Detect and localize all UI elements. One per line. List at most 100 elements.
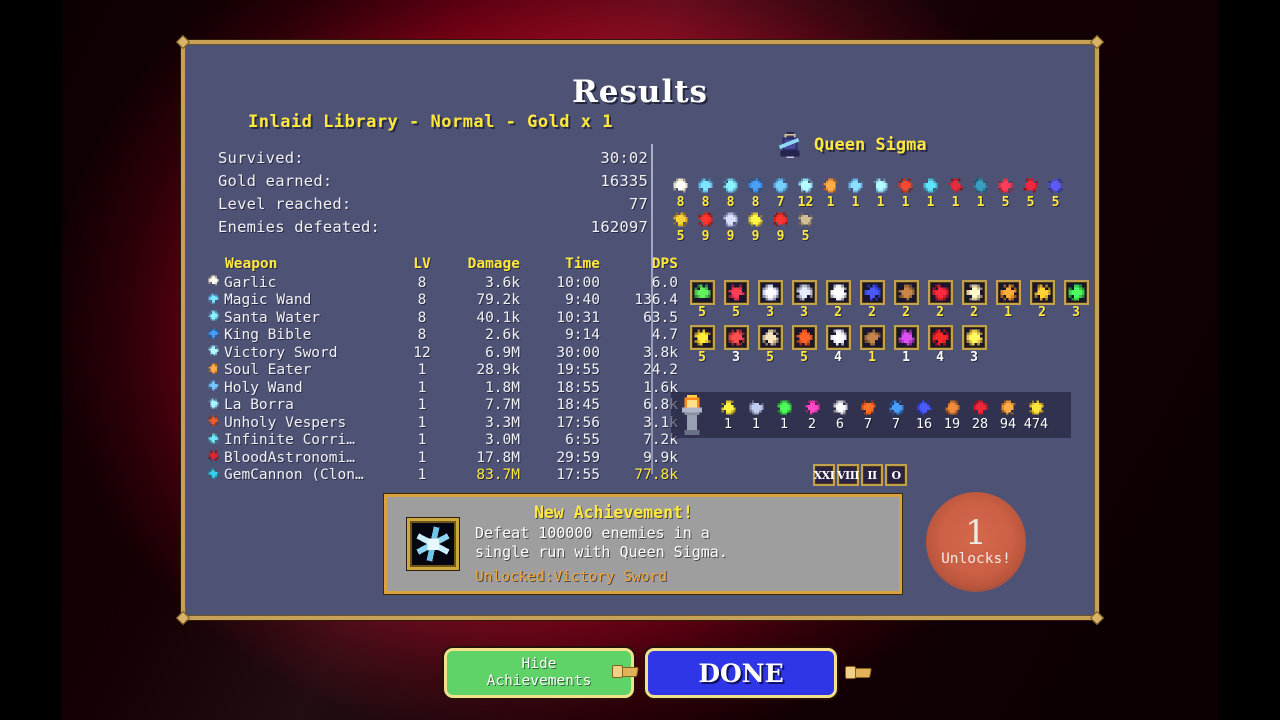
equipment-row-1: 8 8 8 8 7 12 1 1 1 1 1 1 1 5 5 5 xyxy=(668,176,1068,210)
weapon-name: Unholy Vespers xyxy=(224,414,347,431)
table-row: Unholy Vespers 1 3.3M 17:56 3.1k xyxy=(207,414,678,432)
orange-gem-icon xyxy=(859,398,878,417)
soul-eater-icon xyxy=(207,362,224,379)
weapon-name: Soul Eater xyxy=(224,362,312,379)
table-row: Magic Wand 8 79.2k 9:40 136.4 xyxy=(207,292,678,310)
results-panel: Results Inlaid Library - Normal - Gold x… xyxy=(181,40,1099,620)
header-time: Time xyxy=(565,256,600,272)
collectible-count: 7 xyxy=(863,416,873,432)
character-display: Queen Sigma xyxy=(775,130,927,160)
weapon-time: 9:40 xyxy=(565,292,600,309)
chest-icon xyxy=(747,398,766,417)
summary-label: Enemies defeated: xyxy=(218,217,381,236)
equipment-slot: 7 xyxy=(768,176,793,210)
collectible-count: 16 xyxy=(915,416,933,432)
holy-wand-icon xyxy=(846,176,865,195)
equipment-slot: 1 xyxy=(943,176,968,210)
equipment-level: 1 xyxy=(876,195,885,210)
weapon-level: 1 xyxy=(417,449,427,466)
letterbox-left xyxy=(0,0,62,720)
arcana-card-xxi[interactable]: XXI xyxy=(813,464,835,486)
collectible-count: 7 xyxy=(891,416,901,432)
done-button[interactable]: DONE xyxy=(645,648,837,698)
candelabrador-icon xyxy=(893,280,919,305)
equipment-level: 5 xyxy=(676,229,685,244)
weapon-damage: 3.6k xyxy=(485,274,520,291)
powerup-level: 4 xyxy=(834,350,842,365)
amulet-icon xyxy=(746,210,765,229)
queen-sigma-portrait xyxy=(775,130,805,160)
equipment-slot: 1 xyxy=(893,176,918,210)
achievement-popup[interactable]: New Achievement! Defeat 100000 enemies i… xyxy=(384,494,902,594)
weapon-dps: 4.7 xyxy=(651,327,678,344)
weapon-level: 8 xyxy=(417,292,427,309)
table-row: Santa Water 8 40.1k 10:31 63.5 xyxy=(207,309,678,327)
victory-sword-icon xyxy=(207,344,224,361)
summary-row: Gold earned: 16335 xyxy=(218,169,648,192)
stage-subtitle: Inlaid Library - Normal - Gold x 1 xyxy=(248,112,613,132)
equipment-slot: 8 xyxy=(743,176,768,210)
equipment-slot: 1 xyxy=(968,176,993,210)
weapon-damage: 79.2k xyxy=(476,292,520,309)
powerup-level: 2 xyxy=(936,305,944,320)
equipment-slot: 5 xyxy=(1043,176,1068,210)
stone-mask-icon xyxy=(723,325,749,350)
hollow-heart-icon xyxy=(723,280,749,305)
metaglio-left-icon xyxy=(893,325,919,350)
powerup-slot: 5 xyxy=(685,280,719,321)
summary-value: 16335 xyxy=(600,171,648,190)
gold-ring-icon xyxy=(859,325,885,350)
powerup-row-2: 5 3 5 5 4 1 1 4 3 xyxy=(685,325,1093,366)
arcana-card-ii[interactable]: II xyxy=(861,464,883,486)
weapon-damage: 3.3M xyxy=(485,414,520,431)
run-summary: Survived: 30:02 Gold earned: 16335 Level rea… xyxy=(218,146,648,238)
unholy-vespers-icon xyxy=(896,176,915,195)
skull-o-maniac-icon xyxy=(757,325,783,350)
collectible-count: 474 xyxy=(1023,416,1049,432)
equipment-level: 5 xyxy=(1026,195,1035,210)
equipment-level: 1 xyxy=(851,195,860,210)
equipment-slot: 1 xyxy=(868,176,893,210)
table-row: Infinite Corri… 1 3.0M 6:55 7.2k xyxy=(207,432,678,450)
panel-corner-bottomright xyxy=(1091,612,1103,624)
unlocks-label: Unlocks! xyxy=(941,551,1011,567)
clover-green-icon xyxy=(1063,280,1089,305)
weapon-name: Santa Water xyxy=(224,309,321,326)
powerup-level: 3 xyxy=(800,305,808,320)
attractorb-icon xyxy=(995,280,1021,305)
powerup-slot: 5 xyxy=(719,280,753,321)
orb-icon xyxy=(1046,176,1065,195)
weapon-time: 10:31 xyxy=(556,309,600,326)
armor-powerup-icon xyxy=(757,280,783,305)
equipment-level: 5 xyxy=(1001,195,1010,210)
king-bible-icon xyxy=(207,327,224,344)
weapon-level: 8 xyxy=(417,327,427,344)
powerup-level: 5 xyxy=(698,305,706,320)
arcana-card-o[interactable]: O xyxy=(885,464,907,486)
summary-value: 77 xyxy=(628,194,648,213)
page-title: Results xyxy=(571,74,709,110)
equipment-slot: 8 xyxy=(668,176,693,210)
powerup-level: 1 xyxy=(1004,305,1012,320)
arcana-card-viii[interactable]: VIII xyxy=(837,464,860,486)
powerup-level: 2 xyxy=(834,305,842,320)
weapon-level: 8 xyxy=(417,274,427,291)
collectible-count: 2 xyxy=(807,416,817,432)
equipment-slot: 9 xyxy=(718,210,743,244)
letterbox-right xyxy=(1218,0,1280,720)
weapon-level: 12 xyxy=(413,344,431,361)
gold-clover-icon xyxy=(719,398,738,417)
powerup-slot: 2 xyxy=(923,280,957,321)
weapon-dps: 9.9k xyxy=(643,449,678,466)
summary-row: Level reached: 77 xyxy=(218,192,648,215)
wings-icon xyxy=(825,280,851,305)
spinach-icon xyxy=(689,280,715,305)
equipment-level: 8 xyxy=(726,195,735,210)
collectible-slot: 1 xyxy=(714,398,742,432)
weapon-damage: 83.7M xyxy=(476,467,520,484)
collectible-slot: 28 xyxy=(966,398,994,432)
hide-achievements-button[interactable]: Hide Achievements xyxy=(444,648,634,698)
table-row: Garlic 8 3.6k 10:00 6.0 xyxy=(207,274,678,292)
silver-ring-icon xyxy=(825,325,851,350)
clover-icon xyxy=(791,280,817,305)
